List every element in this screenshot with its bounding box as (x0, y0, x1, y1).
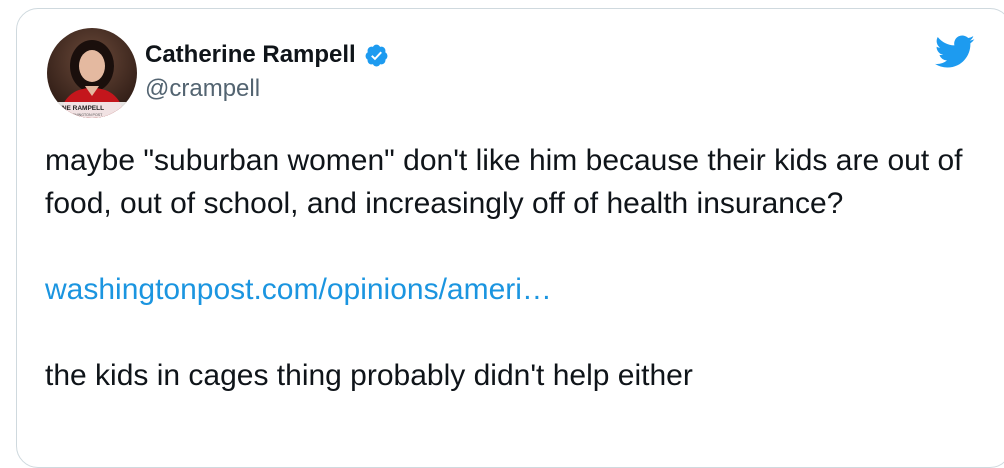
author-handle[interactable]: @crampell (145, 75, 260, 103)
tweet-text-paragraph-2: the kids in cages thing probably didn't … (45, 359, 693, 392)
twitter-bird-icon[interactable] (935, 35, 975, 69)
avatar-subcaption: WASHINGTON POST (67, 113, 103, 117)
author-name[interactable]: Catherine Rampell (145, 41, 356, 69)
verified-badge-icon (365, 44, 388, 66)
tweet-body: maybe "suburban women" don't like him be… (45, 139, 985, 397)
avatar-caption: ERINE RAMPELL (51, 105, 104, 112)
tweet-card: ERINE RAMPELL WASHINGTON POST Catherine … (16, 8, 1004, 468)
author-name-row[interactable]: Catherine Rampell (145, 41, 389, 69)
avatar[interactable]: ERINE RAMPELL WASHINGTON POST (47, 28, 137, 118)
avatar-image: ERINE RAMPELL WASHINGTON POST (47, 28, 137, 118)
article-link[interactable]: washingtonpost.com/opinions/ameri… (45, 273, 552, 306)
tweet-text-paragraph-1: maybe "suburban women" don't like him be… (45, 144, 963, 220)
